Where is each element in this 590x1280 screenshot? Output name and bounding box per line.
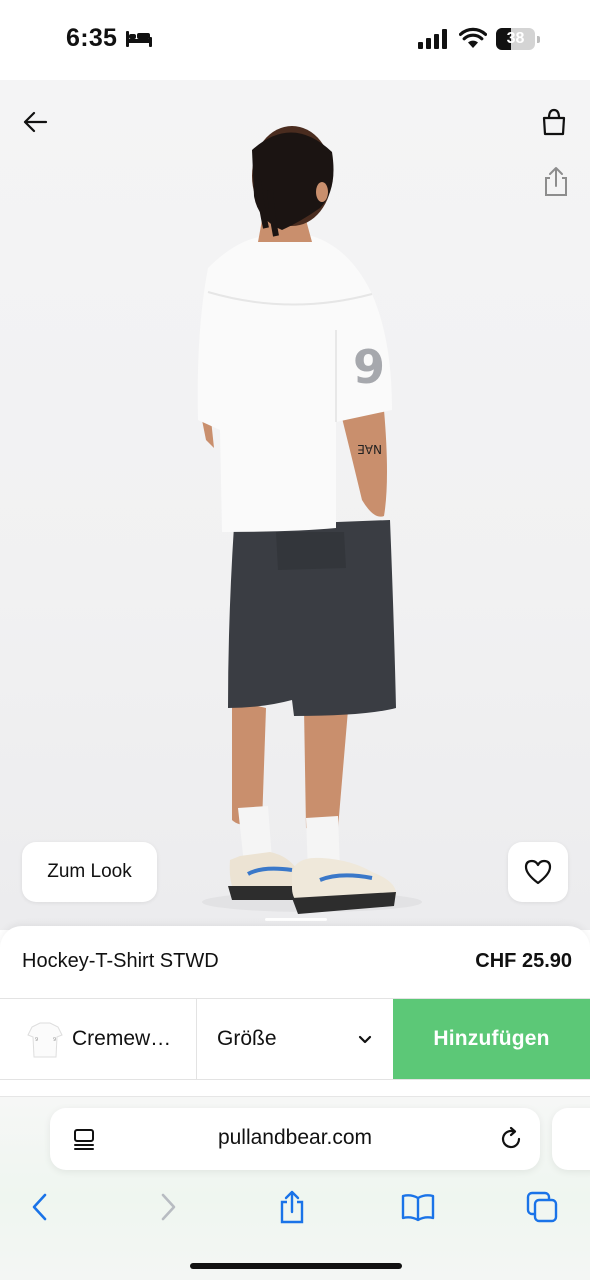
cellular-signal-icon bbox=[418, 29, 448, 54]
tabs-button[interactable] bbox=[522, 1187, 562, 1227]
jersey-number: 9 bbox=[353, 340, 385, 394]
browser-share-button[interactable] bbox=[272, 1187, 312, 1227]
purchase-action-row: 9 9 Cremew… Größe Hinzufügen bbox=[0, 998, 590, 1080]
wifi-icon bbox=[458, 27, 488, 54]
size-selector[interactable]: Größe bbox=[197, 999, 393, 1079]
forward-icon bbox=[161, 1193, 176, 1221]
share-icon bbox=[545, 167, 567, 196]
address-bar[interactable]: pullandbear.com bbox=[50, 1108, 540, 1170]
tattoo-text: NAE bbox=[357, 442, 382, 456]
svg-text:9: 9 bbox=[53, 1037, 56, 1043]
reload-icon[interactable] bbox=[498, 1126, 524, 1157]
url-text: pullandbear.com bbox=[217, 1126, 373, 1149]
add-to-cart-button[interactable]: Hinzufügen bbox=[393, 999, 590, 1079]
bookmarks-button[interactable] bbox=[398, 1187, 438, 1227]
browser-forward-button[interactable] bbox=[148, 1187, 188, 1227]
tabs-icon bbox=[526, 1191, 558, 1223]
shopping-bag-icon bbox=[542, 108, 566, 136]
model-photo: NAE 9 bbox=[197, 126, 422, 914]
color-thumbnail: 9 9 bbox=[27, 1022, 63, 1058]
battery-indicator: 38 bbox=[496, 28, 540, 50]
size-label: Größe bbox=[217, 1027, 277, 1050]
product-image[interactable]: NAE 9 Zum Look bbox=[0, 80, 590, 930]
home-indicator bbox=[190, 1263, 402, 1269]
share-product-button[interactable] bbox=[538, 164, 574, 200]
status-time: 6:35 bbox=[66, 24, 118, 52]
back-icon bbox=[32, 1193, 47, 1221]
product-name: Hockey-T-Shirt STWD bbox=[22, 950, 219, 972]
wishlist-button[interactable] bbox=[508, 842, 568, 902]
share-icon bbox=[280, 1190, 304, 1224]
safari-toolbar: pullandbear.com bbox=[0, 1096, 590, 1280]
sleep-focus-icon bbox=[126, 29, 152, 52]
zum-look-button[interactable]: Zum Look bbox=[22, 842, 157, 902]
svg-text:9: 9 bbox=[35, 1037, 38, 1043]
back-arrow-icon bbox=[23, 111, 48, 133]
bookmarks-icon bbox=[401, 1194, 435, 1222]
browser-back-button[interactable] bbox=[20, 1187, 60, 1227]
product-info-sheet: Hockey-T-Shirt STWD CHF 25.90 9 9 Cremew… bbox=[0, 926, 590, 1096]
color-label: Cremew… bbox=[72, 1027, 172, 1050]
status-bar: 6:35 38 bbox=[0, 0, 590, 80]
shopping-bag-button[interactable] bbox=[536, 104, 572, 140]
chevron-down-icon bbox=[358, 1035, 372, 1044]
next-tab-preview[interactable] bbox=[552, 1108, 590, 1170]
image-carousel-indicator bbox=[265, 918, 327, 921]
color-selector[interactable]: 9 9 Cremew… bbox=[0, 999, 197, 1079]
heart-icon bbox=[524, 859, 552, 885]
battery-level: 38 bbox=[506, 30, 525, 47]
back-button[interactable] bbox=[18, 104, 54, 140]
product-price: CHF 25.90 bbox=[475, 950, 572, 972]
